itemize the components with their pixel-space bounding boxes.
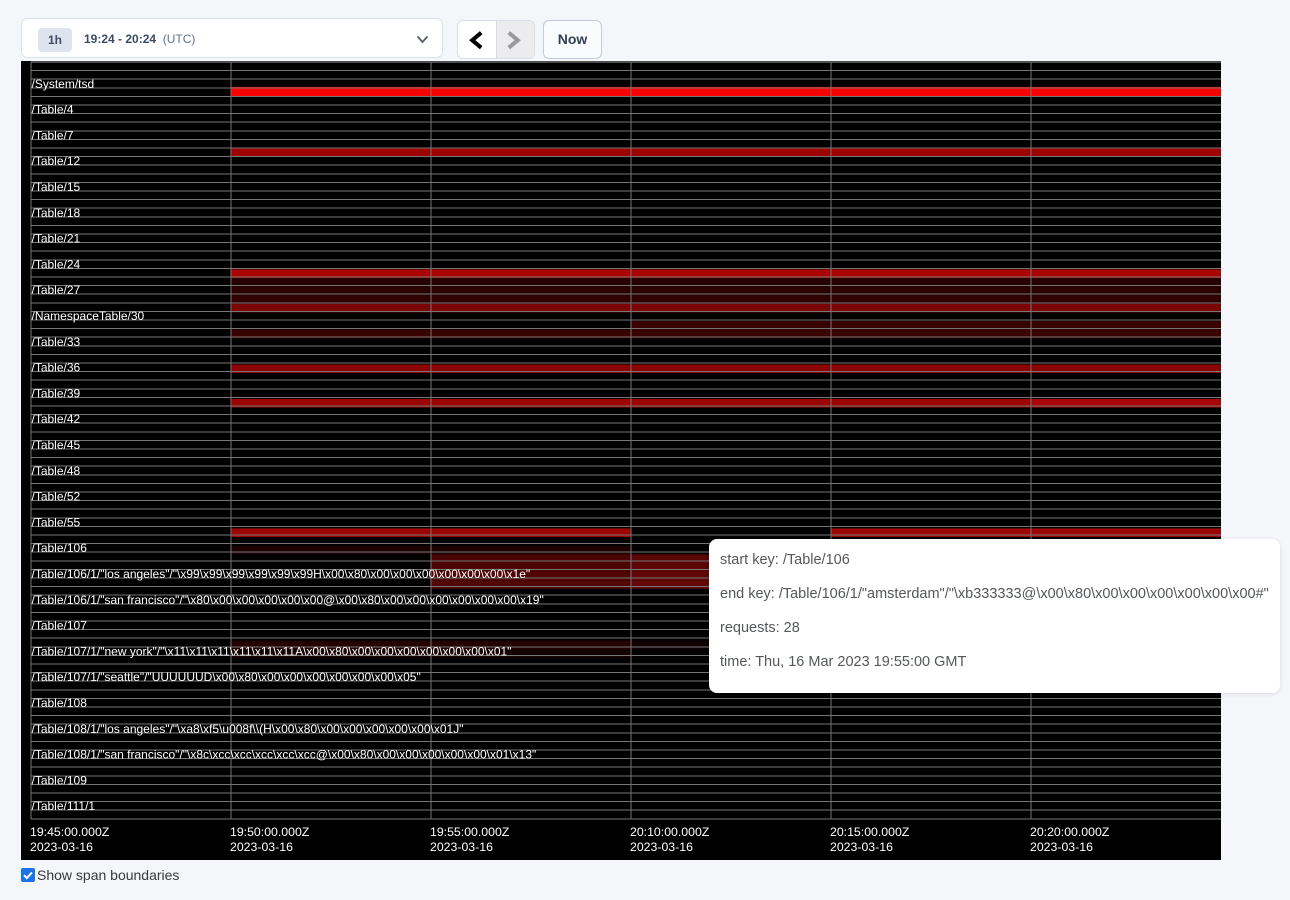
- svg-text:/Table/27: /Table/27: [32, 283, 81, 297]
- svg-text:/Table/4: /Table/4: [32, 103, 74, 117]
- svg-text:/Table/7: /Table/7: [32, 128, 74, 142]
- svg-text:/Table/107: /Table/107: [32, 619, 88, 633]
- svg-text:/Table/52: /Table/52: [32, 490, 81, 504]
- svg-text:/Table/108/1/"los angeles"/"\x: /Table/108/1/"los angeles"/"\xa8\xf5\u00…: [32, 722, 464, 736]
- svg-text:20:10:00.000Z: 20:10:00.000Z: [630, 825, 710, 839]
- svg-text:2023-03-16: 2023-03-16: [30, 840, 93, 854]
- svg-text:/Table/111/1: /Table/111/1: [32, 799, 96, 813]
- svg-text:2023-03-16: 2023-03-16: [430, 840, 493, 854]
- svg-text:/Table/36: /Table/36: [32, 361, 81, 375]
- svg-text:/Table/18: /Table/18: [32, 206, 81, 220]
- svg-text:/Table/21: /Table/21: [32, 232, 81, 246]
- svg-text:/System/tsd: /System/tsd: [32, 77, 95, 91]
- svg-text:2023-03-16: 2023-03-16: [230, 840, 293, 854]
- svg-text:/Table/107/1/"seattle"/"UUUUUU: /Table/107/1/"seattle"/"UUUUUUD\x00\x80\…: [32, 670, 421, 684]
- svg-text:/Table/106: /Table/106: [32, 541, 88, 555]
- svg-text:/Table/107/1/"new york"/"\x11\: /Table/107/1/"new york"/"\x11\x11\x11\x1…: [32, 644, 512, 658]
- svg-text:/Table/45: /Table/45: [32, 438, 81, 452]
- svg-text:/Table/24: /Table/24: [32, 257, 81, 271]
- svg-text:/NamespaceTable/30: /NamespaceTable/30: [32, 309, 145, 323]
- svg-text:/Table/108/1/"san francisco"/": /Table/108/1/"san francisco"/"\x8c\xcc\x…: [32, 748, 537, 762]
- svg-text:/Table/42: /Table/42: [32, 412, 81, 426]
- svg-text:/Table/48: /Table/48: [32, 464, 81, 478]
- svg-text:/Table/108: /Table/108: [32, 696, 88, 710]
- svg-text:19:55:00.000Z: 19:55:00.000Z: [430, 825, 510, 839]
- svg-text:20:15:00.000Z: 20:15:00.000Z: [830, 825, 910, 839]
- svg-text:/Table/55: /Table/55: [32, 515, 81, 529]
- svg-text:/Table/109: /Table/109: [32, 773, 88, 787]
- svg-text:/Table/15: /Table/15: [32, 180, 81, 194]
- svg-text:/Table/39: /Table/39: [32, 386, 81, 400]
- svg-text:20:20:00.000Z: 20:20:00.000Z: [1030, 825, 1110, 839]
- svg-text:2023-03-16: 2023-03-16: [1030, 840, 1093, 854]
- svg-text:2023-03-16: 2023-03-16: [830, 840, 893, 854]
- svg-text:/Table/12: /Table/12: [32, 154, 81, 168]
- svg-text:2023-03-16: 2023-03-16: [630, 840, 693, 854]
- svg-text:19:45:00.000Z: 19:45:00.000Z: [30, 825, 110, 839]
- svg-text:/Table/33: /Table/33: [32, 335, 81, 349]
- svg-text:/Table/106/1/"san francisco"/": /Table/106/1/"san francisco"/"\x80\x00\x…: [32, 593, 544, 607]
- svg-text:/Table/106/1/"los angeles"/"\x: /Table/106/1/"los angeles"/"\x99\x99\x99…: [32, 567, 531, 581]
- svg-text:19:50:00.000Z: 19:50:00.000Z: [230, 825, 310, 839]
